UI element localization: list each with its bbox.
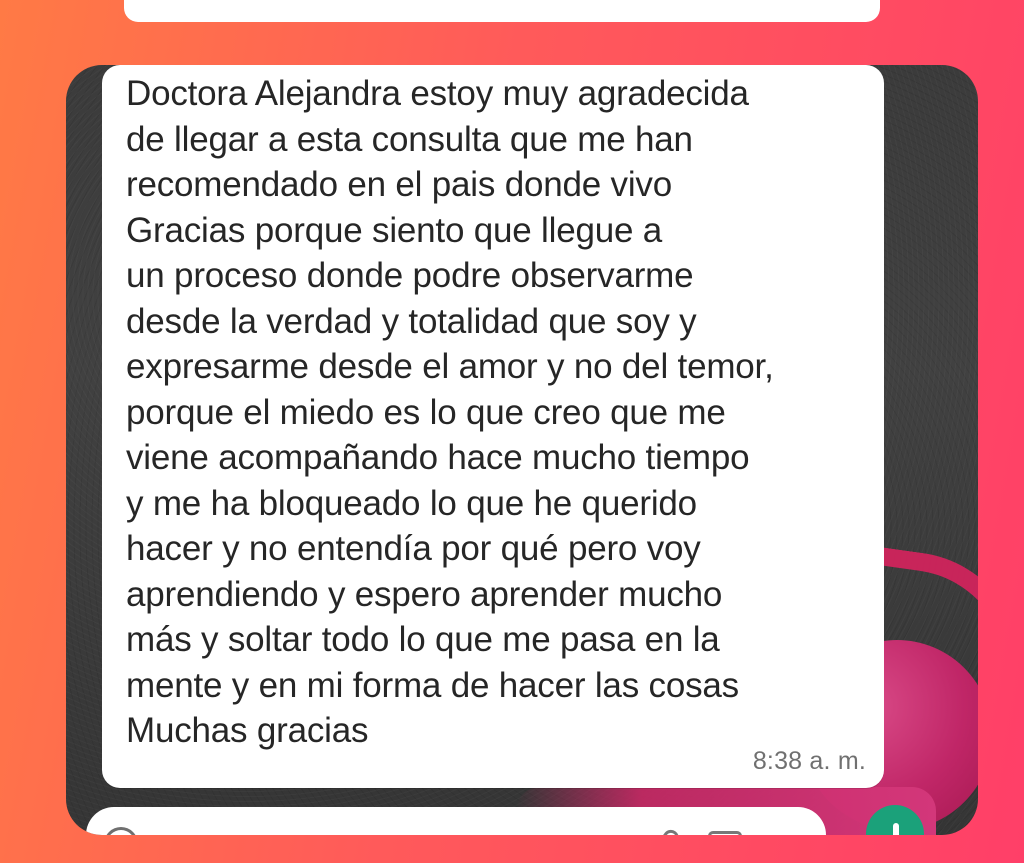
message-text: Doctora Alejandra estoy muy agradecida d… [126,71,866,754]
message-line: Gracias porque siento que llegue a [126,210,663,250]
camera-icon[interactable] [708,831,742,835]
chat-screen: Doctora Alejandra estoy muy agradecida d… [66,65,978,835]
paperclip-icon[interactable] [653,826,683,835]
message-line: porque el miedo es lo que creo que me [126,392,726,432]
microphone-icon [893,823,899,835]
message-line: un proceso donde podre observarme [126,256,694,295]
message-composer[interactable] [86,807,826,835]
message-line: y me ha bloqueado lo que he querido [126,483,697,523]
message-line: aprendiendo y espero aprender mucho [126,574,723,614]
top-card [124,0,880,22]
emoji-icon[interactable] [104,827,138,835]
message-line: viene acompañando hace mucho tiempo [126,438,750,477]
message-bubble: Doctora Alejandra estoy muy agradecida d… [102,65,884,788]
message-line: hacer y no entendía por qué pero voy [126,529,701,568]
message-line: Doctora Alejandra estoy muy agradecida [126,74,749,113]
message-line: expresarme desde el amor y no del temor, [126,347,774,386]
message-line: más y soltar todo lo que me pasa en la [126,620,720,659]
message-line: desde la verdad y totalidad que soy y [126,301,697,341]
message-line: recomendado en el pais donde vivo [126,165,673,204]
message-timestamp: 8:38 a. m. [752,747,866,775]
message-line: de llegar a esta consulta que me han [126,119,693,159]
message-line: mente y en mi forma de hacer las cosas [126,665,739,705]
